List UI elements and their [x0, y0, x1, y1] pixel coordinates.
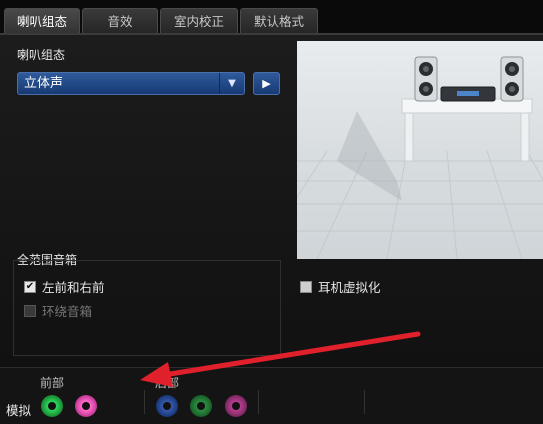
separator [364, 390, 365, 414]
room-illustration [297, 56, 543, 259]
rear-pink-jack[interactable] [225, 395, 247, 417]
checkbox-front-left-right[interactable]: ✔ 左前和右前 [24, 277, 105, 296]
checkbox-headphone-label: 耳机虚拟化 [318, 280, 381, 295]
jack-hole [197, 402, 205, 410]
tab-default-format[interactable]: 默认格式 [240, 8, 318, 33]
speaker-config-dropdown[interactable]: 立体声 ▼ [17, 72, 245, 95]
checkbox-surround-speakers: 环绕音箱 [24, 301, 92, 320]
play-icon: ▶ [262, 77, 271, 90]
tab-bar: 喇叭组态 音效 室内校正 默认格式 [0, 0, 543, 33]
separator [258, 390, 259, 414]
speaker-config-label: 喇叭组态 [17, 48, 66, 62]
jack-hole [82, 402, 90, 410]
rear-green-jack[interactable] [190, 395, 212, 417]
speaker-config-panel: 喇叭组态 立体声 ▼ ▶ 全范围音箱 ✔ 左前和右前 环绕音箱 耳机虚拟化 [0, 35, 543, 367]
jack-hole [232, 402, 240, 410]
separator [144, 390, 145, 414]
jack-hole [163, 402, 171, 410]
checkmark-icon[interactable]: ✔ [24, 280, 36, 293]
analog-jacks-strip: 前部 后部 模拟 [0, 368, 543, 424]
speaker-config-selected: 立体声 [24, 76, 64, 91]
speaker-preview-image [297, 41, 543, 259]
tab-speaker-config[interactable]: 喇叭组态 [4, 8, 80, 33]
checkbox-box [24, 304, 36, 317]
tab-room-correction[interactable]: 室内校正 [160, 8, 238, 33]
checkbox-surround-label: 环绕音箱 [42, 304, 93, 319]
rear-blue-jack[interactable] [156, 395, 178, 417]
front-pink-jack[interactable] [75, 395, 97, 417]
analog-label: 模拟 [6, 403, 32, 418]
chevron-down-icon[interactable]: ▼ [219, 73, 244, 94]
jack-hole [48, 402, 56, 410]
checkbox-headphone-virtualization[interactable]: 耳机虚拟化 [300, 277, 381, 296]
rear-label: 后部 [155, 376, 180, 390]
play-test-button[interactable]: ▶ [253, 72, 280, 95]
front-green-jack[interactable] [41, 395, 63, 417]
front-label: 前部 [40, 376, 65, 390]
checkbox-front-left-right-label: 左前和右前 [42, 280, 105, 295]
checkbox-box[interactable] [300, 280, 312, 293]
tab-sound-effects[interactable]: 音效 [82, 8, 158, 33]
